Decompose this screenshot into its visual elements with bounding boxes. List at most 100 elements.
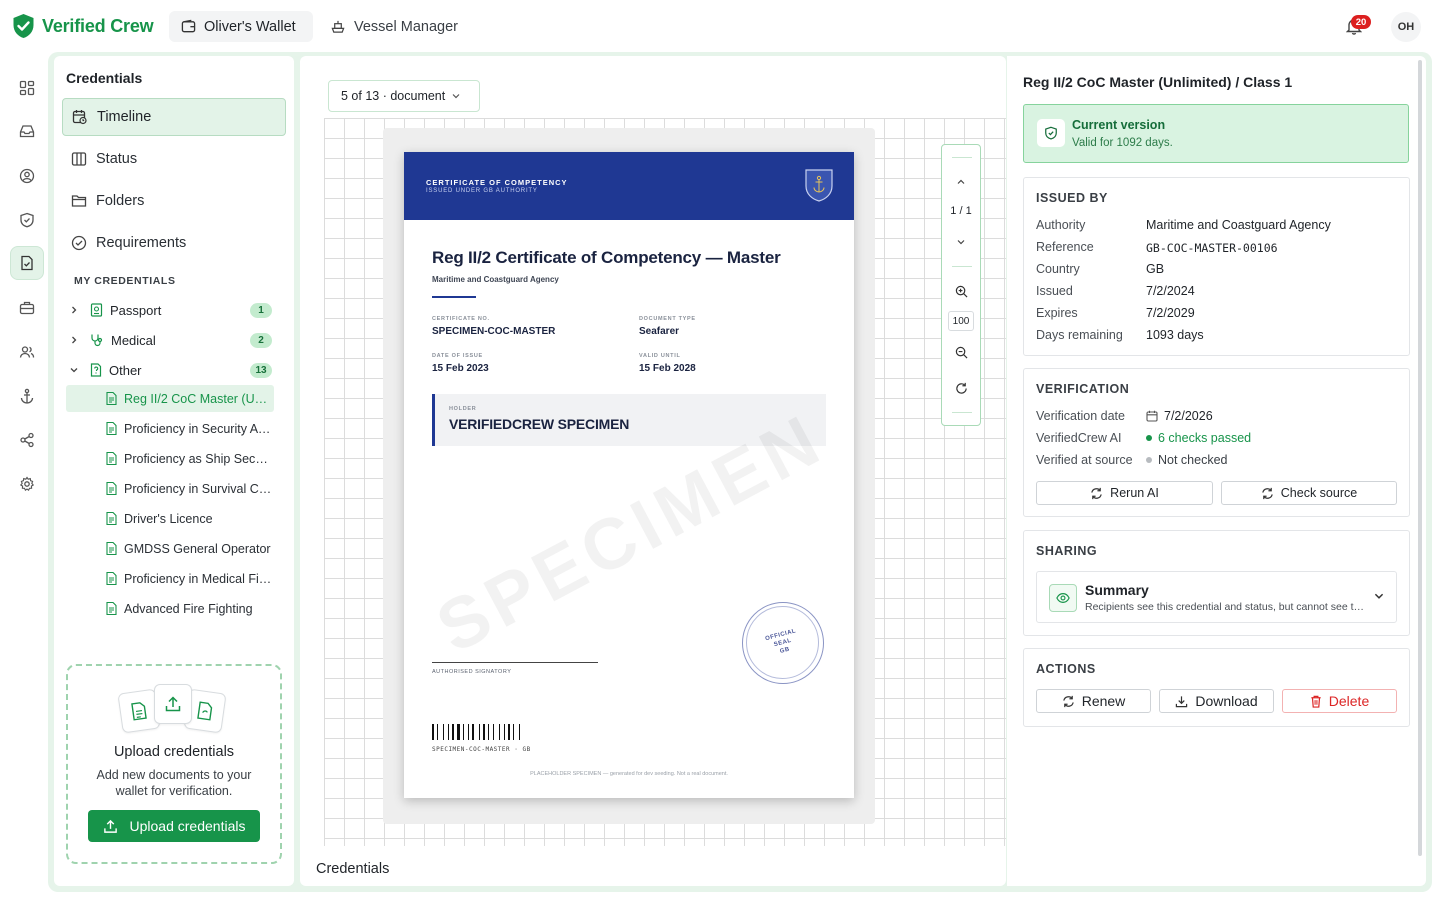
nav-timeline[interactable]: Timeline <box>62 98 286 136</box>
doc-label: Proficiency in Security Awareness <box>124 421 274 436</box>
download-button[interactable]: Download <box>1159 689 1274 713</box>
category-passport[interactable]: Passport 1 <box>66 297 274 323</box>
rail-dashboard[interactable] <box>10 71 44 105</box>
rail-users[interactable] <box>10 335 44 369</box>
barcode-bar <box>445 724 447 740</box>
zoom-level[interactable]: 100 <box>948 311 974 331</box>
upload-dropzone[interactable]: Upload credentials Add new documents to … <box>66 664 282 864</box>
holder-label: HOLDER <box>449 406 477 412</box>
file-text-icon <box>106 512 117 525</box>
zoom-controls: 1 / 1 100 <box>941 144 981 426</box>
kv-key: Issued <box>1036 284 1073 298</box>
doc-item-drivers-licence[interactable]: Driver's Licence <box>66 505 274 532</box>
zoom-divider <box>952 157 972 158</box>
kv-key: Verification date <box>1036 409 1125 423</box>
barcode-bar <box>465 724 467 740</box>
renew-label: Renew <box>1081 693 1126 709</box>
nav-label: Requirements <box>96 235 187 251</box>
cert-no-label: CERTIFICATE NO. <box>432 316 490 322</box>
sharing-heading: SHARING <box>1036 544 1098 558</box>
doc-label: Proficiency as Ship Security Officer <box>124 451 274 466</box>
kv-key: Reference <box>1036 240 1094 254</box>
doc-item-coc-master[interactable]: Reg II/2 CoC Master (Unlimited) / Class … <box>66 385 274 412</box>
rotate-button[interactable] <box>942 380 980 396</box>
rail-inbox[interactable] <box>10 114 44 148</box>
users-icon <box>19 346 35 358</box>
barcode-bar <box>481 724 482 740</box>
user-avatar[interactable]: OH <box>1391 12 1421 42</box>
my-credentials-label: MY CREDENTIALS <box>74 275 176 287</box>
delete-button[interactable]: Delete <box>1282 689 1397 713</box>
rail-security[interactable] <box>10 203 44 237</box>
current-version-title: Current version <box>1072 118 1166 132</box>
status-dot-neutral <box>1146 457 1152 463</box>
verification-date: 7/2/2026 <box>1146 409 1213 423</box>
brand-logo[interactable]: Verified Crew <box>11 13 154 39</box>
check-source-button[interactable]: Check source <box>1221 481 1397 505</box>
nav-requirements[interactable]: Requirements <box>62 224 286 262</box>
ai-checks-value: 6 checks passed <box>1158 431 1252 445</box>
issued-value: 7/2/2024 <box>1146 284 1195 298</box>
prev-page-button[interactable] <box>942 175 980 189</box>
share-icon <box>20 432 34 448</box>
rail-profile[interactable] <box>10 159 44 193</box>
file-text-icon <box>106 542 117 555</box>
barcode-bar <box>493 724 494 740</box>
chevron-right-icon[interactable] <box>66 305 82 315</box>
document-selector[interactable]: 5 of 13 · document <box>328 80 480 112</box>
rail-credentials[interactable] <box>10 246 44 280</box>
certificate-header-band: CERTIFICATE OF COMPETENCY ISSUED UNDER G… <box>404 152 854 220</box>
barcode-bar <box>450 724 451 740</box>
ai-checks: 6 checks passed <box>1146 431 1251 445</box>
rail-anchor[interactable] <box>10 379 44 413</box>
file-text-icon <box>106 572 117 585</box>
calendar-icon <box>1146 410 1158 422</box>
category-other[interactable]: Other 13 <box>66 357 274 383</box>
nav-status[interactable]: Status <box>62 140 286 178</box>
eye-icon <box>1049 584 1077 612</box>
rail-settings[interactable] <box>10 467 44 501</box>
details-scrollbar[interactable] <box>1418 60 1422 856</box>
doc-item-ship-security[interactable]: Proficiency as Ship Security Officer <box>66 445 274 472</box>
barcode-bar <box>432 724 434 740</box>
category-medical[interactable]: Medical 2 <box>66 327 274 353</box>
viewer-footer-label: Credentials <box>316 861 390 877</box>
current-version-validity: Valid for 1092 days. <box>1072 137 1173 149</box>
rerun-ai-button[interactable]: Rerun AI <box>1036 481 1213 505</box>
file-sync-icon <box>197 701 213 721</box>
stamp-inner-ring: OFFICIAL SEAL GB <box>746 606 819 679</box>
doc-item-fire-fighting[interactable]: Advanced Fire Fighting <box>66 595 274 622</box>
renew-button[interactable]: Renew <box>1036 689 1151 713</box>
chevron-down-icon[interactable] <box>66 365 82 375</box>
upload-icon <box>103 819 117 833</box>
next-page-button[interactable] <box>942 235 980 249</box>
doc-item-survival-craft[interactable]: Proficiency in Survival Craft <box>66 475 274 502</box>
upload-credentials-button[interactable]: Upload credentials <box>88 810 260 842</box>
zoom-out-button[interactable] <box>942 344 980 360</box>
issued-by-card: ISSUED BY Authority Maritime and Coastgu… <box>1023 177 1410 356</box>
nav-label: Timeline <box>97 109 152 125</box>
delete-label: Delete <box>1328 693 1370 709</box>
verification-heading: VERIFICATION <box>1036 382 1130 396</box>
doc-item-medical-first-aid[interactable]: Proficiency in Medical First Aid <box>66 565 274 592</box>
country-value: GB <box>1146 262 1165 276</box>
file-text-icon <box>106 392 117 405</box>
upload-description: Add new documents to your wallet for ver… <box>96 768 252 798</box>
doc-item-security-awareness[interactable]: Proficiency in Security Awareness <box>66 415 274 442</box>
rail-briefcase[interactable] <box>10 291 44 325</box>
barcode-bar <box>463 724 464 740</box>
tab-olivers-wallet[interactable]: Oliver's Wallet <box>169 11 313 42</box>
barcode-bar <box>457 724 460 740</box>
band-subtitle: ISSUED UNDER GB AUTHORITY <box>426 188 538 194</box>
tab-vessel-manager[interactable]: Vessel Manager <box>318 11 473 42</box>
tab-label: Vessel Manager <box>354 18 458 35</box>
zoom-in-button[interactable] <box>942 283 980 299</box>
nav-folders[interactable]: Folders <box>62 182 286 220</box>
chevron-right-icon[interactable] <box>66 335 82 345</box>
signatory-label: AUTHORISED SIGNATORY <box>432 669 512 675</box>
sharing-mode-select[interactable]: Summary Recipients see this credential a… <box>1036 571 1397 623</box>
doc-item-gmdss[interactable]: GMDSS General Operator <box>66 535 274 562</box>
nav-label: Folders <box>96 193 145 209</box>
rail-share[interactable] <box>10 423 44 457</box>
folder-icon <box>71 195 87 207</box>
